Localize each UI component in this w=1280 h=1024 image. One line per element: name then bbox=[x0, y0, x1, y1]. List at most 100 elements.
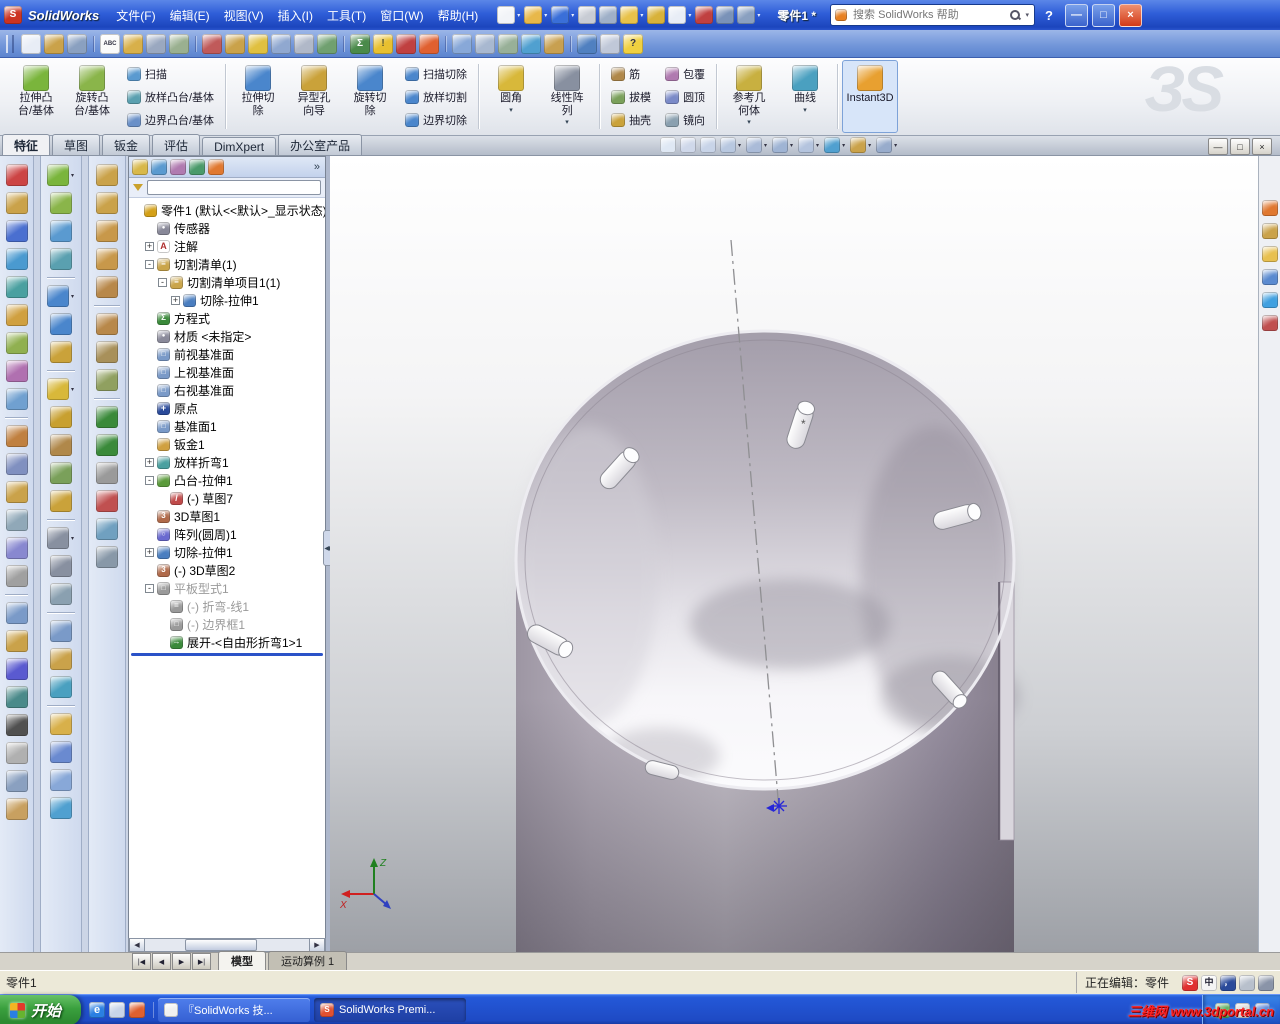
menu-insert[interactable]: 插入(I) bbox=[271, 4, 320, 27]
section-tool-icon[interactable] bbox=[50, 741, 72, 763]
flyout-arrow-icon[interactable]: ▾ bbox=[571, 12, 574, 19]
scene-icon[interactable] bbox=[544, 33, 564, 54]
tree-item[interactable]: □ 前视基准面 bbox=[129, 345, 325, 363]
tray-antivirus-icon[interactable] bbox=[1215, 1002, 1230, 1018]
flatten-icon[interactable] bbox=[96, 462, 118, 484]
tab-office-products[interactable]: 办公室产品 bbox=[278, 134, 363, 155]
display-style-icon[interactable] bbox=[772, 137, 789, 153]
balloon-icon[interactable] bbox=[248, 33, 268, 54]
hide-show-items-icon[interactable] bbox=[798, 137, 815, 153]
revolve-icon[interactable] bbox=[50, 192, 72, 214]
fold-icon[interactable] bbox=[96, 434, 118, 456]
tree-item[interactable]: - ≡ 切割清单(1) bbox=[129, 255, 325, 273]
flyout-arrow-icon[interactable]: ▾ bbox=[71, 172, 74, 179]
tree-item[interactable]: + A 注解 bbox=[129, 237, 325, 255]
zoom-area-icon[interactable] bbox=[680, 137, 696, 153]
graphics-canvas[interactable]: * X Z bbox=[330, 156, 1258, 952]
first-tab-button[interactable]: |◀ bbox=[132, 953, 151, 970]
geometric-tolerance-icon[interactable] bbox=[317, 33, 337, 54]
menu-view[interactable]: 视图(V) bbox=[217, 4, 271, 27]
edit-appearance-hud-flyout[interactable]: ▾ bbox=[824, 137, 846, 153]
linear-pattern-tool-icon[interactable] bbox=[46, 527, 69, 549]
snap-icon[interactable] bbox=[5, 742, 28, 764]
flyout-arrow-icon[interactable]: ▾ bbox=[517, 12, 520, 19]
smart-dimension-icon[interactable] bbox=[202, 33, 222, 54]
graphics-area[interactable]: * X Z bbox=[330, 156, 1258, 952]
zoom-fit-icon[interactable] bbox=[660, 137, 676, 153]
print-preview-icon[interactable] bbox=[599, 6, 618, 24]
mass-properties-icon[interactable] bbox=[146, 33, 166, 54]
options-icon[interactable] bbox=[737, 6, 756, 24]
toolbox-icon[interactable] bbox=[600, 33, 620, 54]
circle-icon[interactable] bbox=[5, 248, 28, 270]
sogou-ime-icon[interactable]: S bbox=[1182, 974, 1198, 991]
view-orientation-flyout[interactable]: ▾ bbox=[746, 137, 768, 153]
appearance-tool-icon[interactable] bbox=[50, 797, 72, 819]
view-settings-icon[interactable] bbox=[876, 137, 893, 153]
lofted-cut-button[interactable]: 放样切割 bbox=[400, 86, 472, 108]
appearances-scenes-icon[interactable] bbox=[1261, 292, 1278, 308]
tree-item[interactable]: □ (-) 边界框1 bbox=[129, 615, 325, 633]
circular-pattern-icon[interactable] bbox=[50, 555, 72, 577]
file-properties-icon[interactable] bbox=[716, 6, 735, 24]
solidworks-resources-icon[interactable] bbox=[1261, 200, 1278, 216]
shell-tool-icon[interactable] bbox=[50, 490, 72, 512]
tree-item[interactable]: → 展开-<自由形折弯1>1 bbox=[129, 633, 325, 651]
flyout-arrow-icon[interactable]: ▾ bbox=[565, 118, 569, 126]
linear-pattern-button[interactable]: 线性阵列 ▾ bbox=[539, 60, 595, 133]
curves-button[interactable]: 曲线 ▾ bbox=[777, 60, 833, 133]
pan-icon[interactable] bbox=[475, 33, 495, 54]
swept-cut-button[interactable]: 扫描切除 bbox=[400, 63, 472, 85]
view-palette-icon[interactable] bbox=[1261, 269, 1278, 285]
hole-wizard-button[interactable]: 异型孔 向导 bbox=[286, 60, 342, 133]
rib-button[interactable]: 筋 bbox=[606, 63, 656, 85]
flyout-arrow-icon[interactable]: ▾ bbox=[764, 142, 767, 149]
ime-keyboard-icon[interactable] bbox=[1239, 974, 1255, 991]
flyout-arrow-icon[interactable]: ▾ bbox=[894, 142, 897, 149]
view-orientation-icon[interactable] bbox=[746, 137, 763, 153]
flyout-arrow-icon[interactable]: ▾ bbox=[757, 12, 760, 19]
extruded-cut-button[interactable]: 拉伸切除 bbox=[230, 60, 286, 133]
edit-appearance-icon[interactable] bbox=[521, 33, 541, 54]
custom-properties-icon[interactable] bbox=[1261, 315, 1278, 331]
sketch-grid-icon[interactable] bbox=[44, 33, 64, 54]
undo-icon[interactable] bbox=[620, 6, 639, 24]
measure-tool-icon[interactable] bbox=[50, 713, 72, 735]
tree-item[interactable]: ● 传感器 bbox=[129, 219, 325, 237]
configurationmanager-tab-icon[interactable] bbox=[170, 159, 186, 175]
save-icon[interactable] bbox=[551, 6, 570, 24]
tree-expander[interactable]: - bbox=[145, 259, 154, 269]
tree-expander[interactable]: - bbox=[145, 583, 154, 593]
tab-dimxpert[interactable]: DimXpert bbox=[202, 137, 277, 155]
model-cylinder[interactable] bbox=[514, 329, 1020, 952]
tree-item[interactable]: □ 基准面1 bbox=[129, 417, 325, 435]
scroll-right-icon[interactable]: ▶ bbox=[309, 938, 325, 952]
spell-check-icon[interactable]: ABC bbox=[100, 33, 120, 54]
move-entities-icon[interactable] bbox=[5, 565, 28, 587]
trim-entities-icon[interactable] bbox=[5, 425, 28, 447]
extrude-flyout[interactable]: ▾ bbox=[46, 164, 75, 186]
revolved-cut-button[interactable]: 旋转切除 bbox=[342, 60, 398, 133]
tray-network-icon[interactable] bbox=[1255, 1002, 1270, 1018]
select-arrow-icon[interactable] bbox=[21, 33, 41, 54]
ime-language-icon[interactable]: 中 bbox=[1201, 974, 1217, 991]
rebuild-icon[interactable] bbox=[695, 6, 714, 24]
tree-expander[interactable]: + bbox=[145, 457, 154, 467]
hide-show-items-flyout[interactable]: ▾ bbox=[798, 137, 820, 153]
doc-restore-button[interactable]: □ bbox=[1230, 138, 1250, 155]
open-icon[interactable] bbox=[524, 6, 543, 24]
weld-symbol-icon[interactable] bbox=[294, 33, 314, 54]
swept-boss-button[interactable]: 扫描 bbox=[122, 63, 219, 85]
instant3d-button[interactable]: Instant3D bbox=[842, 60, 899, 133]
flyout-arrow-icon[interactable]: ▾ bbox=[738, 142, 741, 149]
dome-button[interactable]: 圆顶 bbox=[660, 86, 710, 108]
rebuild2-icon[interactable] bbox=[396, 33, 416, 54]
flyout-arrow-icon[interactable]: ▾ bbox=[71, 535, 74, 542]
edge-flange-icon[interactable] bbox=[96, 192, 118, 214]
zoom-icon[interactable] bbox=[452, 33, 472, 54]
shell-button[interactable]: 抽壳 bbox=[606, 109, 656, 131]
arc-icon[interactable] bbox=[5, 276, 28, 298]
help-icon[interactable]: ? bbox=[623, 33, 643, 54]
flyout-arrow-icon[interactable]: ▾ bbox=[816, 142, 819, 149]
task-solidworks-doc[interactable]: 『SolidWorks 技... bbox=[158, 998, 311, 1022]
